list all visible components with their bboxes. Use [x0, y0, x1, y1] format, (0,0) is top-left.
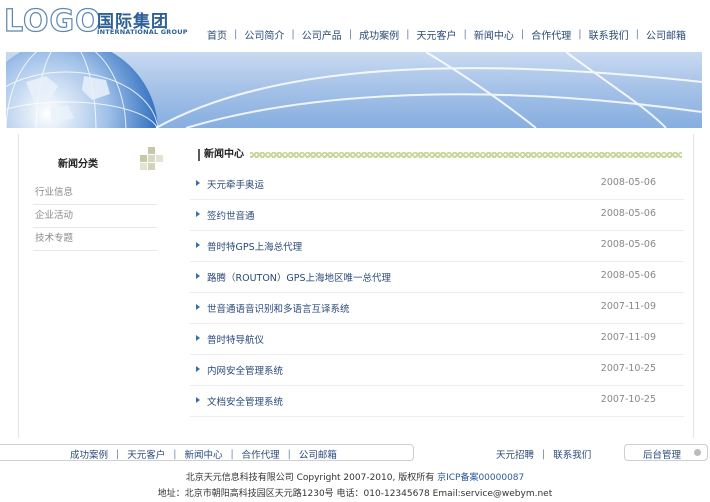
news-date: 2008-05-06: [600, 239, 656, 250]
brand-name-en: INTERNATIONAL GROUP: [97, 28, 188, 36]
news-link[interactable]: 内网安全管理系统: [207, 363, 283, 377]
footer-link-news[interactable]: 新闻中心: [176, 447, 230, 461]
arrow-bullet-icon: [196, 335, 200, 341]
news-header: 新闻中心: [198, 148, 682, 162]
footer-link-cases[interactable]: 成功案例: [62, 447, 116, 461]
sidebar-item-tech[interactable]: 技术专题: [33, 228, 157, 251]
decor-squares-icon: [140, 147, 164, 170]
nav-products[interactable]: 公司产品: [295, 27, 349, 42]
news-date: 2007-11-09: [600, 332, 656, 343]
nav-contact[interactable]: 联系我们: [582, 27, 636, 42]
list-item[interactable]: 世音通语音识别和多语言互译系统 2007-11-09: [190, 293, 684, 324]
news-date: 2007-11-09: [600, 301, 656, 312]
copyright-line: 北京天元信息科技有限公司 Copyright 2007-2010, 版权所有 京…: [0, 470, 710, 483]
footer-link-clients[interactable]: 天元客户: [119, 447, 173, 461]
news-link[interactable]: 普时特导航仪: [207, 332, 264, 346]
header-pattern: [250, 152, 682, 158]
header-bar: [198, 149, 200, 161]
banner: [6, 52, 702, 128]
nav-home[interactable]: 首页: [200, 27, 234, 42]
list-item[interactable]: 文档安全管理系统 2007-10-25: [190, 386, 684, 417]
footer-link-contact[interactable]: 联系我们: [545, 447, 599, 461]
address-line: 地址：北京市朝阳高科技园区天元路1230号 电话：010-12345678 Em…: [157, 489, 553, 499]
footer-link-mail[interactable]: 公司邮箱: [291, 447, 345, 461]
sidebar-list: 行业信息 企业活动 技术专题: [33, 182, 157, 251]
nav-partners[interactable]: 合作代理: [524, 27, 578, 42]
nav-clients[interactable]: 天元客户: [410, 27, 464, 42]
news-link[interactable]: 世音通语音识别和多语言互译系统: [207, 301, 350, 315]
sidebar-item-events[interactable]: 企业活动: [33, 205, 157, 228]
sidebar-title: 新闻分类: [58, 159, 98, 170]
list-item[interactable]: 签约世音通 2008-05-06: [190, 200, 684, 231]
list-item[interactable]: 内网安全管理系统 2007-10-25: [190, 355, 684, 386]
news-list: 天元牵手奥运 2008-05-06 签约世音通 2008-05-06 普时特GP…: [190, 169, 684, 417]
sidebar-item-industry[interactable]: 行业信息: [33, 182, 157, 205]
news-date: 2008-05-06: [600, 270, 656, 281]
list-item[interactable]: 普时特GPS上海总代理 2008-05-06: [190, 231, 684, 262]
copyright-text: 北京天元信息科技有限公司 Copyright 2007-2010, 版权所有: [185, 473, 435, 483]
nav-cases[interactable]: 成功案例: [352, 27, 406, 42]
news-date: 2007-10-25: [600, 394, 656, 405]
main-nav: 首页 | 公司简介 | 公司产品 | 成功案例 | 天元客户 | 新闻中心 | 合作代理 | …: [200, 27, 693, 42]
news-date: 2007-10-25: [600, 363, 656, 374]
news-date: 2008-05-06: [600, 208, 656, 219]
globe-banner-image: [6, 52, 702, 128]
list-item[interactable]: 天元牵手奥运 2008-05-06: [190, 169, 684, 200]
list-item[interactable]: 路腾（ROUTON）GPS上海地区唯一总代理 2008-05-06: [190, 262, 684, 293]
news-link[interactable]: 路腾（ROUTON）GPS上海地区唯一总代理: [207, 270, 391, 284]
news-link[interactable]: 天元牵手奥运: [207, 177, 264, 191]
footer-nav-left: 成功案例 | 天元客户 | 新闻中心 | 合作代理 | 公司邮箱: [62, 447, 345, 462]
footer-nav: 成功案例 | 天元客户 | 新闻中心 | 合作代理 | 公司邮箱 天元招聘 | 联系我们 …: [0, 443, 710, 463]
news-link[interactable]: 普时特GPS上海总代理: [207, 239, 302, 253]
nav-news[interactable]: 新闻中心: [467, 27, 521, 42]
arrow-bullet-icon: [196, 242, 200, 248]
arrow-bullet-icon: [196, 397, 200, 403]
nav-about[interactable]: 公司简介: [237, 27, 291, 42]
arrow-bullet-icon: [196, 304, 200, 310]
news-link[interactable]: 签约世音通: [207, 208, 255, 222]
news-link[interactable]: 文档安全管理系统: [207, 394, 283, 408]
header: LOGO 国际集团 INTERNATIONAL GROUP 首页 | 公司简介 | …: [0, 0, 710, 48]
logo[interactable]: LOGO: [3, 5, 102, 38]
icp-link[interactable]: 京ICP备案00000087: [437, 473, 524, 483]
arrow-bullet-icon: [196, 366, 200, 372]
footer-nav-right: 天元招聘 | 联系我们: [488, 447, 599, 462]
news-title: 新闻中心: [204, 149, 244, 160]
footer-link-partners[interactable]: 合作代理: [234, 447, 288, 461]
arrow-bullet-icon: [196, 273, 200, 279]
news-date: 2008-05-06: [600, 177, 656, 188]
arrow-bullet-icon: [196, 211, 200, 217]
footer-link-jobs[interactable]: 天元招聘: [488, 447, 542, 461]
list-item[interactable]: 普时特导航仪 2007-11-09: [190, 324, 684, 355]
arrow-bullet-icon: [196, 180, 200, 186]
admin-link[interactable]: 后台管理: [643, 447, 681, 461]
nav-mail[interactable]: 公司邮箱: [639, 27, 693, 42]
gear-icon: [694, 449, 701, 456]
